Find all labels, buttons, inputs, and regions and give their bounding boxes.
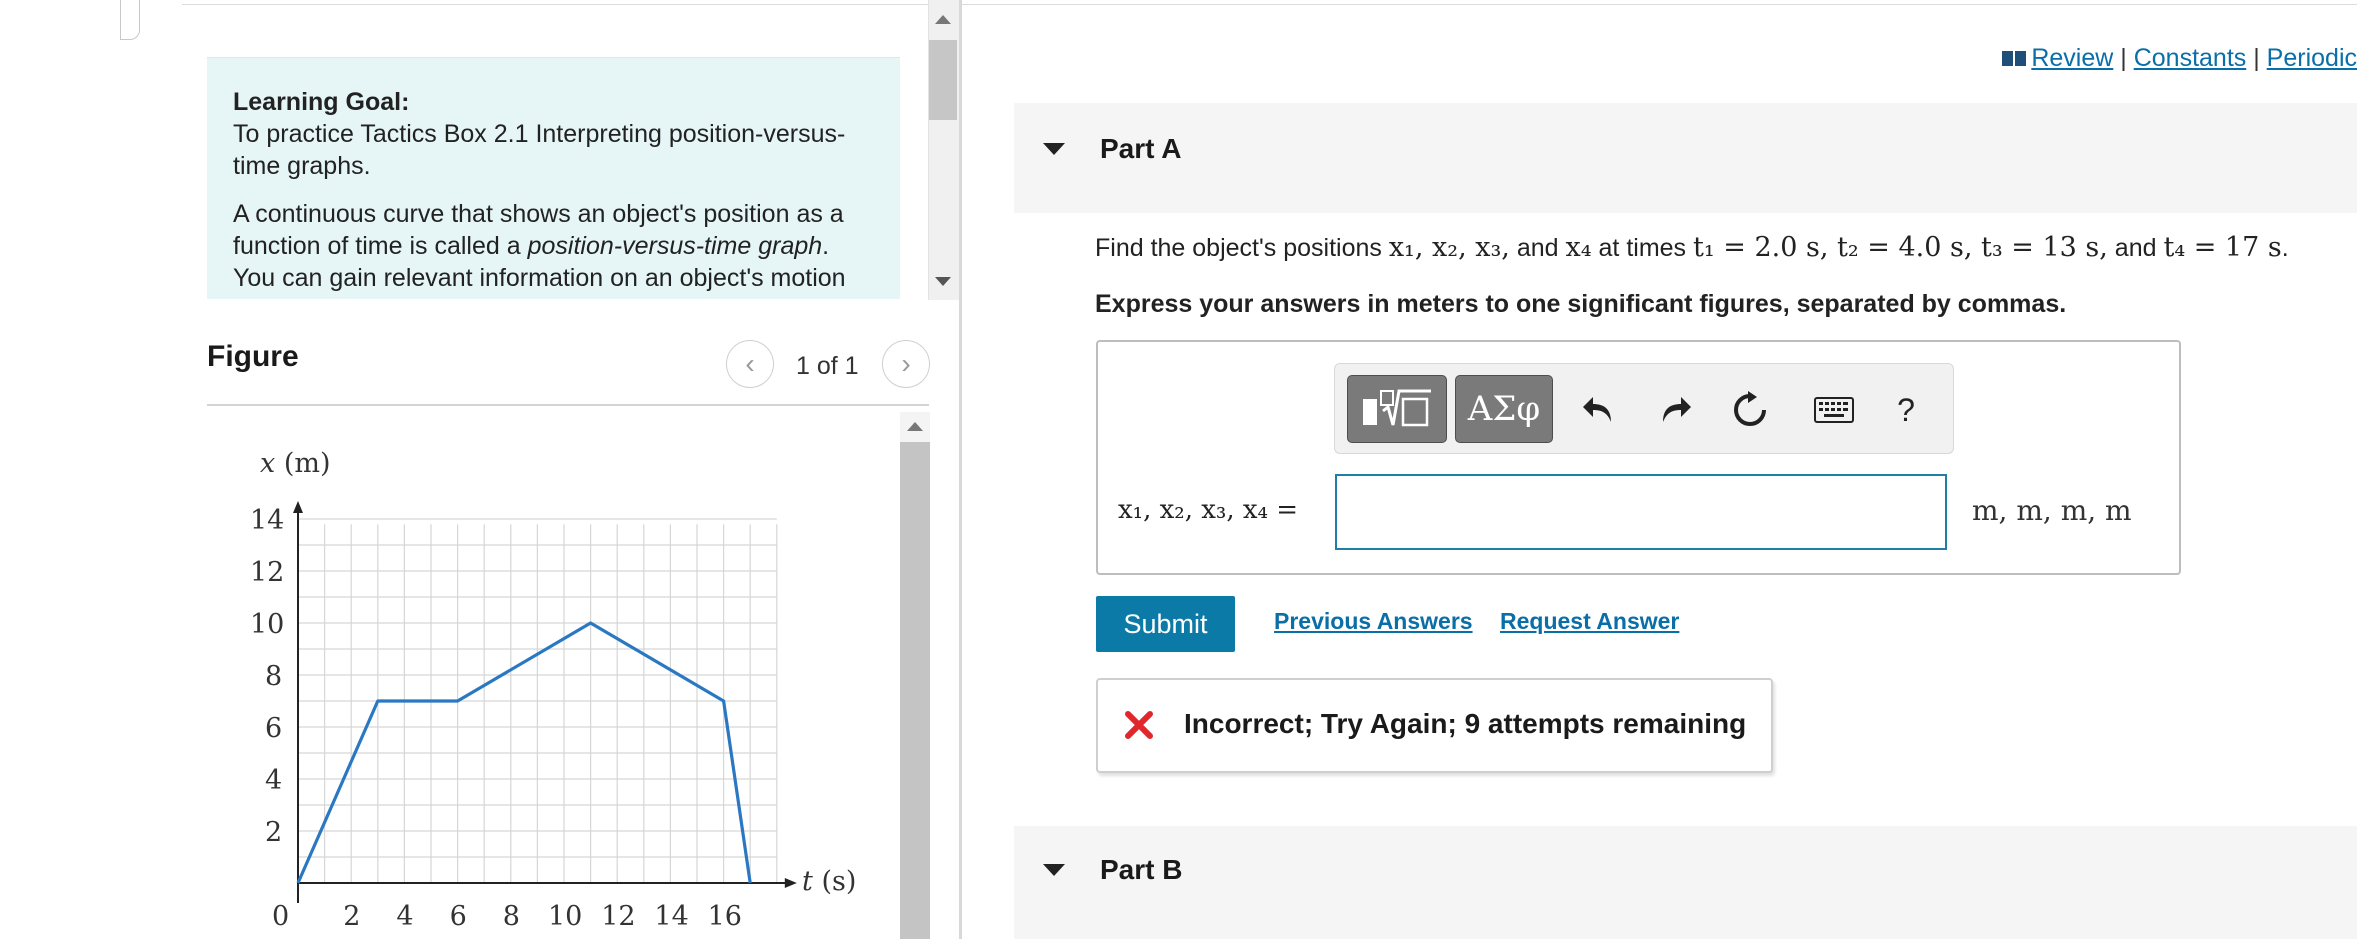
undo-button[interactable] [1577, 388, 1621, 432]
question-time4: t₄ = 17 s [2163, 232, 2282, 263]
y-tick-label: 12 [250, 557, 284, 588]
next-figure-button[interactable]: › [882, 340, 930, 388]
prev-figure-button[interactable]: ‹ [726, 340, 774, 388]
y-axis-label: x (m) [260, 448, 331, 479]
symbols-button[interactable]: ΑΣφ [1455, 375, 1553, 443]
x-axis-label: t (s) [802, 866, 856, 897]
question-end: . [2281, 234, 2289, 262]
request-answer-link[interactable]: Request Answer [1500, 608, 1679, 635]
goal-scrollbar-thumb[interactable] [929, 40, 957, 120]
part-b-header[interactable]: Part B [1014, 826, 2357, 939]
x-tick-label: 14 [654, 901, 688, 932]
review-link[interactable]: Review [2031, 44, 2113, 72]
keyboard-icon [1814, 397, 1854, 423]
figure-pager: 1 of 1 [796, 352, 859, 380]
description-emphasis: position-versus-time graph [527, 232, 823, 260]
x-tick-label: 0 [272, 901, 289, 932]
part-a-header[interactable]: Part A [1014, 103, 2357, 213]
y-tick-label: 2 [265, 817, 282, 848]
y-tick-label: 10 [250, 609, 284, 640]
scroll-up-icon[interactable] [935, 15, 951, 24]
scroll-down-icon[interactable] [935, 277, 951, 286]
caret-down-icon[interactable] [1043, 143, 1065, 155]
submit-button[interactable]: Submit [1096, 596, 1235, 652]
question-vars: x₁, x₂, x₃, [1388, 232, 1510, 263]
question-and: and [1509, 234, 1566, 262]
link-separator: | [2253, 44, 2260, 72]
keyboard-button[interactable] [1813, 390, 1855, 430]
question-middle: at times [1591, 234, 1693, 262]
top-divider [182, 4, 2357, 5]
x-tick-label: 16 [708, 901, 742, 932]
panel-divider[interactable] [959, 0, 962, 939]
book-icon [2002, 51, 2027, 66]
question-prefix: Find the object's positions [1095, 234, 1389, 262]
top-tab [120, 0, 140, 40]
error-x-icon [1125, 711, 1153, 739]
feedback-message: Incorrect; Try Again; 9 attempts remaini… [1184, 708, 1747, 739]
redo-button[interactable] [1653, 388, 1697, 432]
graph-axes [293, 501, 797, 903]
undo-icon [1583, 397, 1611, 422]
x-tick-label: 2 [343, 901, 360, 932]
x-tick-label: 6 [450, 901, 467, 932]
y-tick-label: 14 [250, 505, 284, 536]
figure-scrollbar[interactable] [900, 412, 930, 939]
x-tick-label: 8 [503, 901, 520, 932]
previous-answers-link[interactable]: Previous Answers [1274, 608, 1473, 635]
help-button[interactable]: ? [1885, 388, 1927, 432]
figure-title: Figure [207, 340, 299, 373]
answer-instruction: Express your answers in meters to one si… [1095, 290, 2067, 318]
learning-goal-title: Learning Goal: [233, 88, 410, 116]
y-axis-arrow [293, 501, 303, 513]
templates-button[interactable] [1347, 375, 1447, 443]
part-b-label: Part B [1100, 854, 1183, 885]
top-links: Review | Constants | Periodic [2001, 44, 2357, 73]
answer-input[interactable] [1335, 474, 1947, 550]
reset-button[interactable] [1728, 388, 1772, 432]
question-var4: x₄ [1565, 232, 1592, 263]
figure-scroll-up-icon[interactable] [907, 422, 923, 431]
graph-grid [298, 518, 778, 883]
learning-goal-text: To practice Tactics Box 2.1 Interpreting… [233, 120, 846, 180]
periodic-table-link[interactable]: Periodic [2267, 44, 2357, 72]
y-tick-label: 4 [265, 765, 282, 796]
y-tick-label: 6 [265, 713, 282, 744]
graph-ticks: 0 2 4 6 8 10 12 14 16 2 4 6 8 10 12 14 [250, 505, 742, 932]
question-text: Find the object's positions x₁, x₂, x₃, … [1095, 232, 2289, 263]
position-time-graph: 0 2 4 6 8 10 12 14 16 2 4 6 8 10 12 14 x (m) t (s) [250, 448, 856, 932]
answer-variables-label: x₁, x₂, x₃, x₄ = [1118, 495, 1298, 525]
templates-icon [1363, 389, 1431, 427]
x-tick-label: 10 [548, 901, 582, 932]
y-tick-label: 8 [265, 661, 282, 692]
question-times: t₁ = 2.0 s, t₂ = 4.0 s, t₃ = 13 s, [1693, 232, 2108, 263]
math-toolbar: ΑΣφ ? [1334, 363, 1954, 454]
question-and2: and [2107, 234, 2164, 262]
chevron-right-icon: › [901, 348, 911, 379]
figure-divider [207, 404, 929, 406]
learning-goal-box: Learning Goal: To practice Tactics Box 2… [207, 57, 900, 299]
x-tick-label: 4 [396, 901, 413, 932]
constants-link[interactable]: Constants [2134, 44, 2247, 72]
reset-icon [1734, 391, 1766, 426]
x-axis-arrow [784, 878, 797, 888]
caret-down-icon[interactable] [1043, 864, 1065, 876]
learning-goal-description: A continuous curve that shows an object'… [233, 198, 874, 294]
link-separator: | [2120, 44, 2127, 72]
part-a-label: Part A [1100, 133, 1182, 164]
feedback-box: Incorrect; Try Again; 9 attempts remaini… [1096, 678, 1773, 773]
x-tick-label: 12 [601, 901, 635, 932]
answer-units: m, m, m, m [1972, 494, 2132, 527]
chevron-left-icon: ‹ [745, 348, 755, 379]
redo-icon [1663, 397, 1691, 422]
